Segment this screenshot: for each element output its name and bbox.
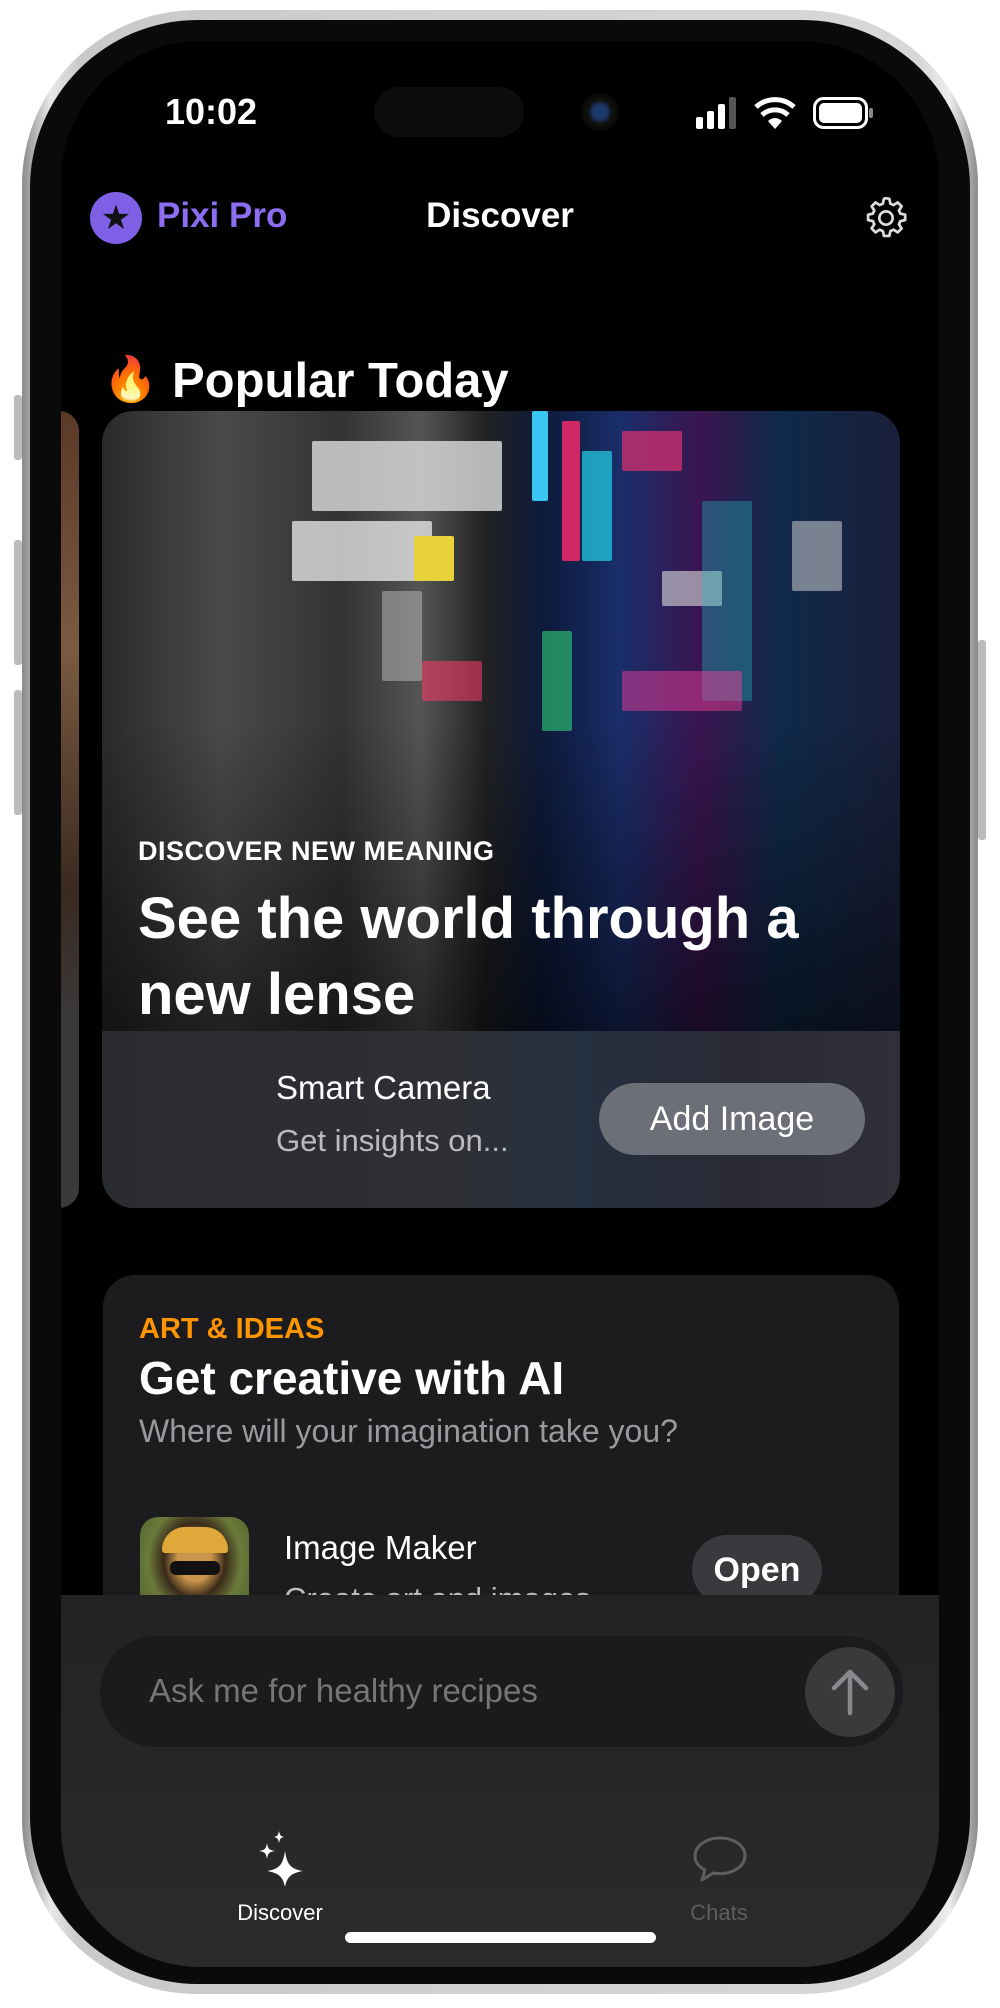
volume-up-button[interactable]: [14, 540, 22, 665]
card-kicker: ART & IDEAS: [139, 1313, 325, 1345]
sparkles-icon: [259, 1831, 303, 1887]
dynamic-island: [374, 87, 524, 137]
camera-icon: [581, 93, 619, 131]
status-time: 10:02: [165, 91, 258, 132]
chat-bubble-icon: [693, 1836, 747, 1882]
previous-card-peek[interactable]: [61, 411, 79, 1208]
page-title: Discover: [426, 196, 574, 235]
arrow-up-icon: [831, 1669, 869, 1716]
tab-discover[interactable]: Discover: [200, 1831, 360, 1931]
smart-camera-title: Smart Camera: [276, 1069, 491, 1106]
chat-input[interactable]: Ask me for healthy recipes: [100, 1636, 903, 1747]
featured-kicker: DISCOVER NEW MEANING: [138, 836, 495, 866]
featured-headline: See the world through a new lense: [138, 886, 799, 1027]
tab-chats[interactable]: Chats: [639, 1831, 799, 1931]
fire-emoji: 🔥: [103, 355, 158, 404]
screen: 10:02 ★ Pixi Pro Discover 🔥 Popular Toda…: [61, 41, 939, 1967]
image-maker-title: Image Maker: [284, 1529, 477, 1566]
tab-discover-label: Discover: [237, 1900, 323, 1925]
wifi-icon: [754, 97, 796, 129]
battery-icon: [813, 97, 873, 129]
smart-camera-subtitle: Get insights on...: [276, 1123, 509, 1158]
tab-chats-label: Chats: [690, 1900, 748, 1925]
action-button[interactable]: [14, 395, 22, 460]
featured-card[interactable]: DISCOVER NEW MEANING See the world throu…: [102, 411, 900, 1208]
card-title: Get creative with AI: [139, 1352, 565, 1404]
chat-input-placeholder: Ask me for healthy recipes: [149, 1672, 538, 1709]
section-title: Popular Today: [172, 354, 509, 408]
volume-down-button[interactable]: [14, 690, 22, 815]
featured-app-panel: Smart Camera Get insights on... Add Imag…: [102, 1031, 900, 1208]
home-indicator[interactable]: [345, 1932, 656, 1943]
card-subtitle: Where will your imagination take you?: [139, 1413, 678, 1449]
power-button[interactable]: [978, 640, 986, 840]
cellular-signal-icon: [696, 97, 736, 129]
gear-icon[interactable]: [861, 193, 911, 243]
send-button[interactable]: [805, 1647, 895, 1737]
add-image-button[interactable]: Add Image: [599, 1083, 865, 1155]
bottom-bar: Ask me for healthy recipes Discover Chat…: [61, 1595, 939, 1967]
